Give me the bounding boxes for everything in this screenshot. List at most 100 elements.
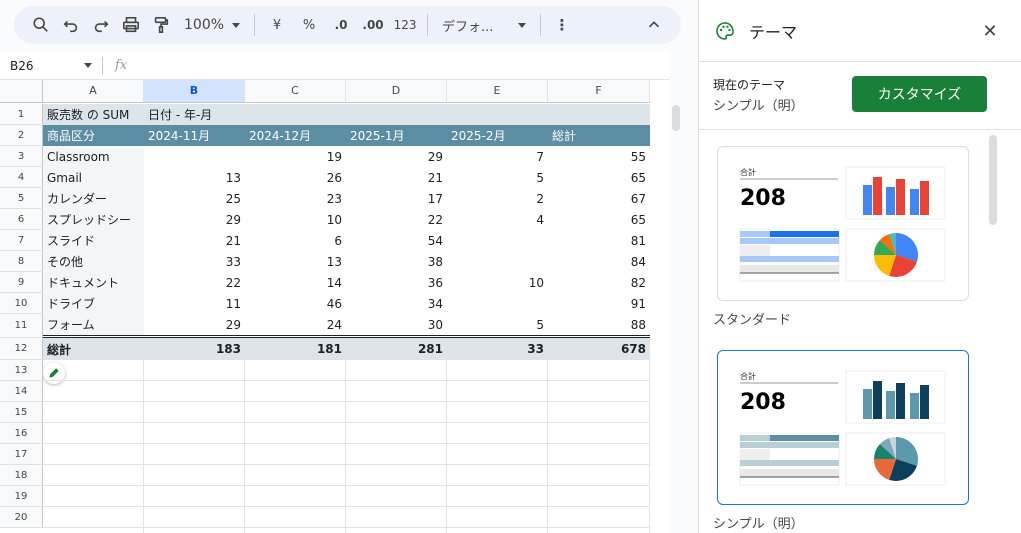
search-icon[interactable] xyxy=(26,11,56,39)
pivot-value-cell[interactable] xyxy=(447,230,548,251)
pivot-row-label[interactable]: その他 xyxy=(43,251,144,272)
pivot-title[interactable]: 販売数 の SUM xyxy=(43,104,144,125)
number-format-button[interactable]: 123 xyxy=(389,11,421,39)
pivot-value-cell[interactable]: 678 xyxy=(548,338,650,360)
paint-format-icon[interactable] xyxy=(146,11,176,39)
pivot-value-cell[interactable]: 10 xyxy=(245,209,346,230)
pivot-value-cell[interactable]: 281 xyxy=(346,338,447,360)
pivot-value-cell[interactable]: 55 xyxy=(548,146,650,167)
pivot-period-header[interactable]: 2024-12月 xyxy=(245,125,346,146)
row-header-4[interactable]: 4 xyxy=(0,167,43,188)
pivot-value-cell[interactable]: 6 xyxy=(245,230,346,251)
pivot-row-label[interactable]: 総計 xyxy=(43,338,144,360)
pivot-value-cell[interactable]: 21 xyxy=(144,230,245,251)
pivot-value-cell[interactable]: 29 xyxy=(144,314,245,335)
select-all-corner[interactable] xyxy=(0,80,43,103)
decrease-decimal-button[interactable]: .0 xyxy=(325,11,357,39)
pivot-value-cell[interactable]: 65 xyxy=(548,209,650,230)
pivot-value-cell[interactable]: 19 xyxy=(245,146,346,167)
currency-format-button[interactable]: ¥ xyxy=(261,11,293,39)
pivot-value-cell[interactable] xyxy=(144,146,245,167)
row-header-5[interactable]: 5 xyxy=(0,188,43,209)
sheet-grid[interactable]: 販売数 の SUM 日付 - 年-月 商品区分 ABCDEF1234567891… xyxy=(0,80,670,533)
pivot-value-cell[interactable]: 36 xyxy=(346,272,447,293)
pivot-value-cell[interactable]: 38 xyxy=(346,251,447,272)
row-header-1[interactable]: 1 xyxy=(0,104,43,125)
pivot-value-cell[interactable]: 65 xyxy=(548,167,650,188)
pivot-value-cell[interactable]: 23 xyxy=(245,188,346,209)
row-header-13[interactable]: 13 xyxy=(0,360,43,381)
pivot-value-cell[interactable]: 54 xyxy=(346,230,447,251)
pivot-value-cell[interactable]: 24 xyxy=(245,314,346,335)
zoom-select[interactable]: 100% xyxy=(176,11,248,39)
column-header-c[interactable]: C xyxy=(245,80,346,103)
row-header-15[interactable]: 15 xyxy=(0,402,43,423)
pivot-value-cell[interactable]: 34 xyxy=(346,293,447,314)
pivot-value-cell[interactable]: 22 xyxy=(346,209,447,230)
pivot-value-cell[interactable]: 88 xyxy=(548,314,650,335)
pivot-value-cell[interactable]: 67 xyxy=(548,188,650,209)
pivot-value-cell[interactable]: 91 xyxy=(548,293,650,314)
row-header-12[interactable]: 12 xyxy=(0,338,43,360)
row-header-9[interactable]: 9 xyxy=(0,272,43,293)
pivot-value-cell[interactable]: 29 xyxy=(144,209,245,230)
pivot-value-cell[interactable]: 13 xyxy=(245,251,346,272)
pivot-row-label[interactable]: Classroom xyxy=(43,146,144,167)
pivot-value-cell[interactable] xyxy=(447,293,548,314)
column-header-a[interactable]: A xyxy=(43,80,144,103)
pivot-period-header[interactable]: 2025-1月 xyxy=(346,125,447,146)
column-header-d[interactable]: D xyxy=(346,80,447,103)
pivot-value-cell[interactable]: 17 xyxy=(346,188,447,209)
pivot-period-header[interactable]: 2024-11月 xyxy=(144,125,245,146)
name-box[interactable]: B26 xyxy=(0,52,102,80)
row-header-10[interactable]: 10 xyxy=(0,293,43,314)
row-header-11[interactable]: 11 xyxy=(0,314,43,338)
row-header-14[interactable]: 14 xyxy=(0,381,43,402)
pivot-value-cell[interactable]: 2 xyxy=(447,188,548,209)
pivot-value-cell[interactable]: 5 xyxy=(447,167,548,188)
undo-icon[interactable] xyxy=(56,11,86,39)
redo-icon[interactable] xyxy=(86,11,116,39)
pivot-value-cell[interactable]: 82 xyxy=(548,272,650,293)
row-header-18[interactable]: 18 xyxy=(0,465,43,486)
pivot-value-cell[interactable]: 181 xyxy=(245,338,346,360)
pivot-row-label[interactable]: スライド xyxy=(43,230,144,251)
pivot-value-cell[interactable]: 30 xyxy=(346,314,447,335)
pivot-row-label[interactable]: Gmail xyxy=(43,167,144,188)
row-header-3[interactable]: 3 xyxy=(0,146,43,167)
pivot-value-cell[interactable]: 26 xyxy=(245,167,346,188)
row-header-16[interactable]: 16 xyxy=(0,423,43,444)
pivot-date-header[interactable]: 日付 - 年-月 xyxy=(144,104,245,125)
increase-decimal-button[interactable]: .00 xyxy=(357,11,389,39)
column-header-e[interactable]: E xyxy=(447,80,548,103)
pivot-value-cell[interactable]: 33 xyxy=(447,338,548,360)
pivot-category-header[interactable]: 商品区分 xyxy=(43,125,144,146)
pivot-value-cell[interactable]: 10 xyxy=(447,272,548,293)
row-header-8[interactable]: 8 xyxy=(0,251,43,272)
grid-scrollbar[interactable] xyxy=(672,105,680,131)
pivot-value-cell[interactable]: 7 xyxy=(447,146,548,167)
pivot-row-label[interactable]: スプレッドシー xyxy=(43,209,144,230)
font-select[interactable]: デフォ... xyxy=(434,11,534,39)
theme-card[interactable]: 合計 208 xyxy=(717,350,969,505)
pivot-value-cell[interactable]: 14 xyxy=(245,272,346,293)
pivot-value-cell[interactable]: 33 xyxy=(144,251,245,272)
pivot-period-header[interactable]: 2025-2月 xyxy=(447,125,548,146)
pivot-value-cell[interactable]: 84 xyxy=(548,251,650,272)
row-header-6[interactable]: 6 xyxy=(0,209,43,230)
pivot-value-cell[interactable]: 11 xyxy=(144,293,245,314)
row-header-17[interactable]: 17 xyxy=(0,444,43,465)
theme-card[interactable]: 合計 208 xyxy=(717,146,969,301)
panel-scrollbar[interactable] xyxy=(989,135,997,225)
pivot-value-cell[interactable]: 25 xyxy=(144,188,245,209)
column-header-b[interactable]: B xyxy=(144,80,245,103)
pivot-value-cell[interactable] xyxy=(447,251,548,272)
pivot-row-label[interactable]: ドライブ xyxy=(43,293,144,314)
pivot-value-cell[interactable]: 4 xyxy=(447,209,548,230)
pivot-row-label[interactable]: カレンダー xyxy=(43,188,144,209)
pivot-value-cell[interactable]: 13 xyxy=(144,167,245,188)
pivot-row-label[interactable]: ドキュメント xyxy=(43,272,144,293)
pivot-value-cell[interactable]: 81 xyxy=(548,230,650,251)
pivot-row-label[interactable]: フォーム xyxy=(43,314,144,335)
pivot-value-cell[interactable]: 183 xyxy=(144,338,245,360)
